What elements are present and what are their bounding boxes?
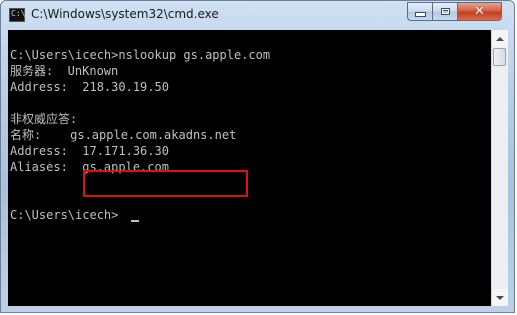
maximize-icon: [440, 8, 450, 15]
console-icon-text: C:\: [11, 9, 26, 18]
console-line: Address: 218.30.19.50: [10, 80, 169, 94]
scroll-down-button[interactable]: [492, 289, 508, 306]
console-line: Address: 17.171.36.30: [10, 144, 169, 158]
console-prompt: C:\Users\icech>: [10, 208, 119, 222]
console-icon[interactable]: C:\: [9, 8, 25, 22]
highlight-box: [83, 170, 248, 197]
close-icon: ✕: [474, 4, 485, 19]
chevron-down-icon: [496, 295, 504, 300]
console-line: 服务器: UnKnown: [10, 64, 119, 78]
scrollbar-thumb[interactable]: [493, 48, 506, 66]
chevron-up-icon: [496, 36, 504, 41]
minimize-button[interactable]: [407, 2, 433, 21]
text-cursor: [131, 220, 139, 222]
console-line: C:\Users\icech>nslookup gs.apple.com: [10, 48, 271, 62]
cmd-window: C:\ C:\Windows\system32\cmd.exe ✕ C:\Use…: [0, 0, 515, 313]
title-bar[interactable]: C:\ C:\Windows\system32\cmd.exe ✕: [1, 1, 514, 29]
close-button[interactable]: ✕: [458, 2, 502, 21]
console-line: 非权威应答:: [10, 112, 78, 126]
maximize-button[interactable]: [433, 2, 458, 21]
scroll-up-button[interactable]: [492, 30, 508, 47]
window-title: C:\Windows\system32\cmd.exe: [31, 7, 219, 21]
console-output[interactable]: C:\Users\icech>nslookup gs.apple.com 服务器…: [8, 30, 491, 306]
console-line: 名称: gs.apple.com.akadns.net: [10, 128, 237, 142]
vertical-scrollbar[interactable]: [491, 30, 508, 306]
minimize-icon: [414, 12, 426, 17]
